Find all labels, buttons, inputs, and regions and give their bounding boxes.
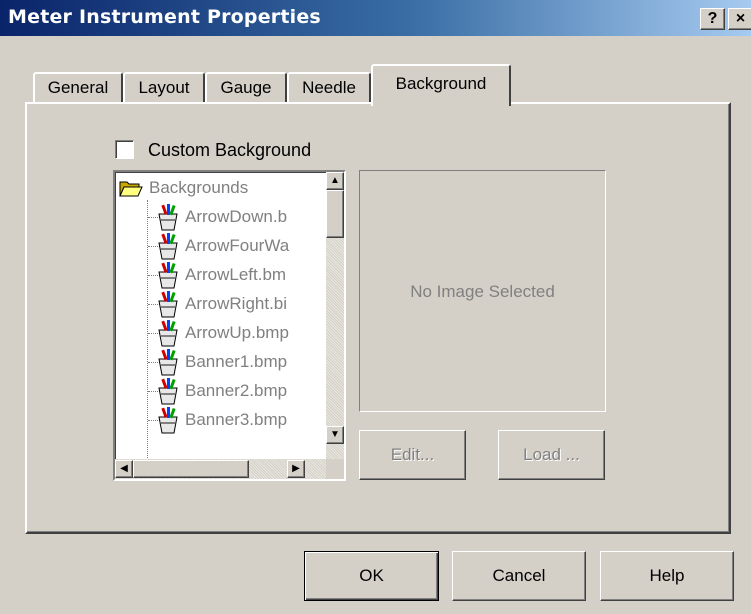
tab-needle[interactable]: Needle <box>287 72 371 104</box>
tab-gauge[interactable]: Gauge <box>205 72 287 104</box>
cancel-button[interactable]: Cancel <box>452 551 586 601</box>
tab-label: Layout <box>138 78 190 97</box>
tab-label: Needle <box>302 78 356 97</box>
tab-layout[interactable]: Layout <box>123 72 205 104</box>
help-button[interactable]: Help <box>600 551 734 601</box>
close-caption-button[interactable]: × <box>728 8 751 30</box>
title-bar[interactable]: Meter Instrument Properties ? × <box>0 0 751 36</box>
tab-label: Background <box>395 74 487 93</box>
tab-panel-background <box>25 102 731 534</box>
properties-dialog: Meter Instrument Properties ? × General … <box>0 0 751 614</box>
window-title: Meter Instrument Properties <box>8 6 321 28</box>
tab-label: General <box>47 78 109 97</box>
ok-button[interactable]: OK <box>304 551 439 601</box>
tab-label: Gauge <box>220 78 272 97</box>
tab-general[interactable]: General <box>33 72 123 104</box>
tab-background[interactable]: Background <box>371 64 511 106</box>
help-caption-button[interactable]: ? <box>700 8 725 30</box>
